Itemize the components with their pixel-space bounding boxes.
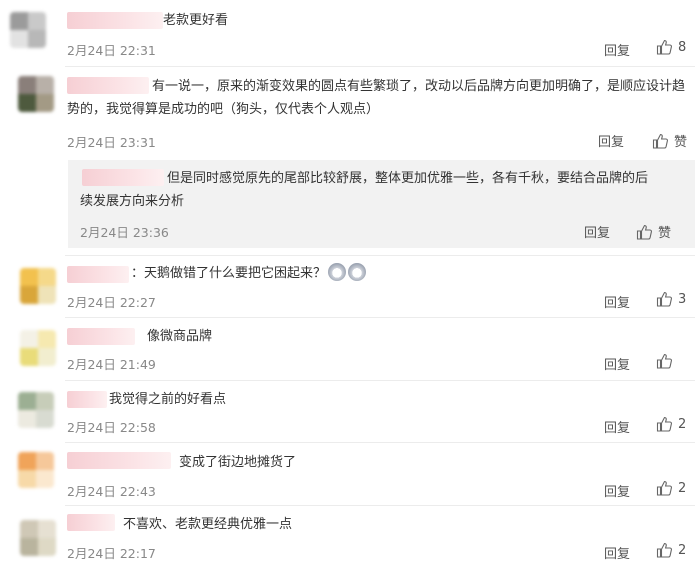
avatar-pixel [38,538,56,556]
like-count: 2 [678,416,687,432]
username-link[interactable] [67,514,115,531]
doge-emoji-icon [348,263,367,281]
avatar[interactable] [10,12,46,48]
reply-time: 2月24日 23:36 [80,225,169,240]
avatar-pixel [18,76,36,94]
divider [65,317,695,318]
avatar-pixel [10,12,28,30]
avatar[interactable] [20,520,56,556]
divider [65,255,695,256]
avatar-pixel [36,452,54,470]
comment-time: 2月24日 23:31 [67,135,156,150]
comment-time: 2月24日 22:27 [67,295,156,310]
divider [65,380,695,381]
avatar-pixel [38,520,56,538]
divider [65,442,695,443]
like-button[interactable]: 8 [656,39,686,55]
avatar-pixel [38,286,56,304]
like-count: 2 [678,480,687,496]
like-button[interactable]: 赞 [636,222,671,241]
avatar-pixel [18,410,36,428]
username-link[interactable] [67,12,163,29]
thumbs-up-icon [656,39,672,55]
like-count: 8 [678,39,687,55]
like-button[interactable]: 2 [656,416,686,432]
comment-text: 我觉得之前的好看点 [109,392,227,407]
username-link[interactable] [67,452,171,469]
avatar-pixel [36,392,54,410]
reply-button[interactable]: 回复 [604,481,630,500]
avatar-pixel [20,348,38,366]
avatar-pixel [28,30,46,48]
username-link[interactable] [67,391,107,408]
comment-text: 变成了街边地摊货了 [179,455,297,470]
avatar-pixel [38,348,56,366]
divider [65,66,695,67]
thumbs-up-icon [656,353,672,369]
avatar-pixel [38,268,56,286]
avatar-pixel [28,12,46,30]
divider [65,505,695,506]
reply-button[interactable]: 回复 [604,40,630,59]
avatar-pixel [36,76,54,94]
avatar-pixel [10,30,28,48]
username-link[interactable] [67,266,129,283]
comment-text: 像微商品牌 [147,329,213,344]
comment-time: 2月24日 22:43 [67,484,156,499]
reply-button[interactable]: 回复 [604,543,630,562]
avatar-pixel [20,520,38,538]
reply-button[interactable]: 回复 [604,354,630,373]
like-button[interactable]: 2 [656,480,686,496]
reply-button[interactable]: 回复 [598,131,624,150]
comment-time: 2月24日 22:17 [67,546,156,561]
doge-emoji-icon [328,263,347,281]
avatar-pixel [38,330,56,348]
avatar[interactable] [18,76,54,112]
like-label: 赞 [674,135,688,150]
avatar-pixel [18,452,36,470]
avatar[interactable] [18,452,54,488]
comment-time: 2月24日 22:31 [67,43,156,58]
comment-time: 2月24日 22:58 [67,420,156,435]
avatar[interactable] [18,392,54,428]
username-link[interactable] [67,328,135,345]
avatar-pixel [36,410,54,428]
avatar[interactable] [20,268,56,304]
avatar-pixel [36,470,54,488]
avatar-pixel [20,268,38,286]
comment-text: 老款更好看 [163,13,229,28]
thumbs-up-icon [656,542,672,558]
like-button[interactable]: 3 [656,291,686,307]
avatar-pixel [18,94,36,112]
like-button[interactable]: 2 [656,542,686,558]
reply-button[interactable]: 回复 [604,417,630,436]
avatar[interactable] [20,330,56,366]
like-button[interactable]: 赞 [652,131,687,150]
avatar-pixel [18,392,36,410]
thumbs-up-icon [656,416,672,432]
nested-reply-box: 但是同时感觉原先的尾部比较舒展，整体更加优雅一些，各有千秋，要结合品牌的后续发展… [68,160,695,248]
comment-text: 不喜欢、老款更经典优雅一点 [123,517,293,532]
thumbs-up-icon [652,133,668,149]
comment-text: ：天鹅做错了什么要把它困起来？ [131,262,367,285]
thumbs-up-icon [636,224,652,240]
reply-button[interactable]: 回复 [584,222,610,241]
reply-button[interactable]: 回复 [604,292,630,311]
reply-text: 但是同时感觉原先的尾部比较舒展，整体更加优雅一些，各有千秋，要结合品牌的后续发展… [80,171,649,209]
like-label: 赞 [658,226,672,241]
avatar-pixel [18,470,36,488]
avatar-pixel [36,94,54,112]
avatar-pixel [20,286,38,304]
like-count: 3 [678,291,687,307]
comment-text: 有一说一，原来的渐变效果的圆点有些繁琐了，改动以后品牌方向更加明确了，是顺应设计… [67,79,686,117]
like-count: 2 [678,542,687,558]
like-button[interactable] [656,353,678,369]
thumbs-up-icon [656,480,672,496]
comment-text-content: ：天鹅做错了什么要把它困起来？ [131,266,327,281]
thumbs-up-icon [656,291,672,307]
avatar-pixel [20,330,38,348]
comment-time: 2月24日 21:49 [67,357,156,372]
avatar-pixel [20,538,38,556]
